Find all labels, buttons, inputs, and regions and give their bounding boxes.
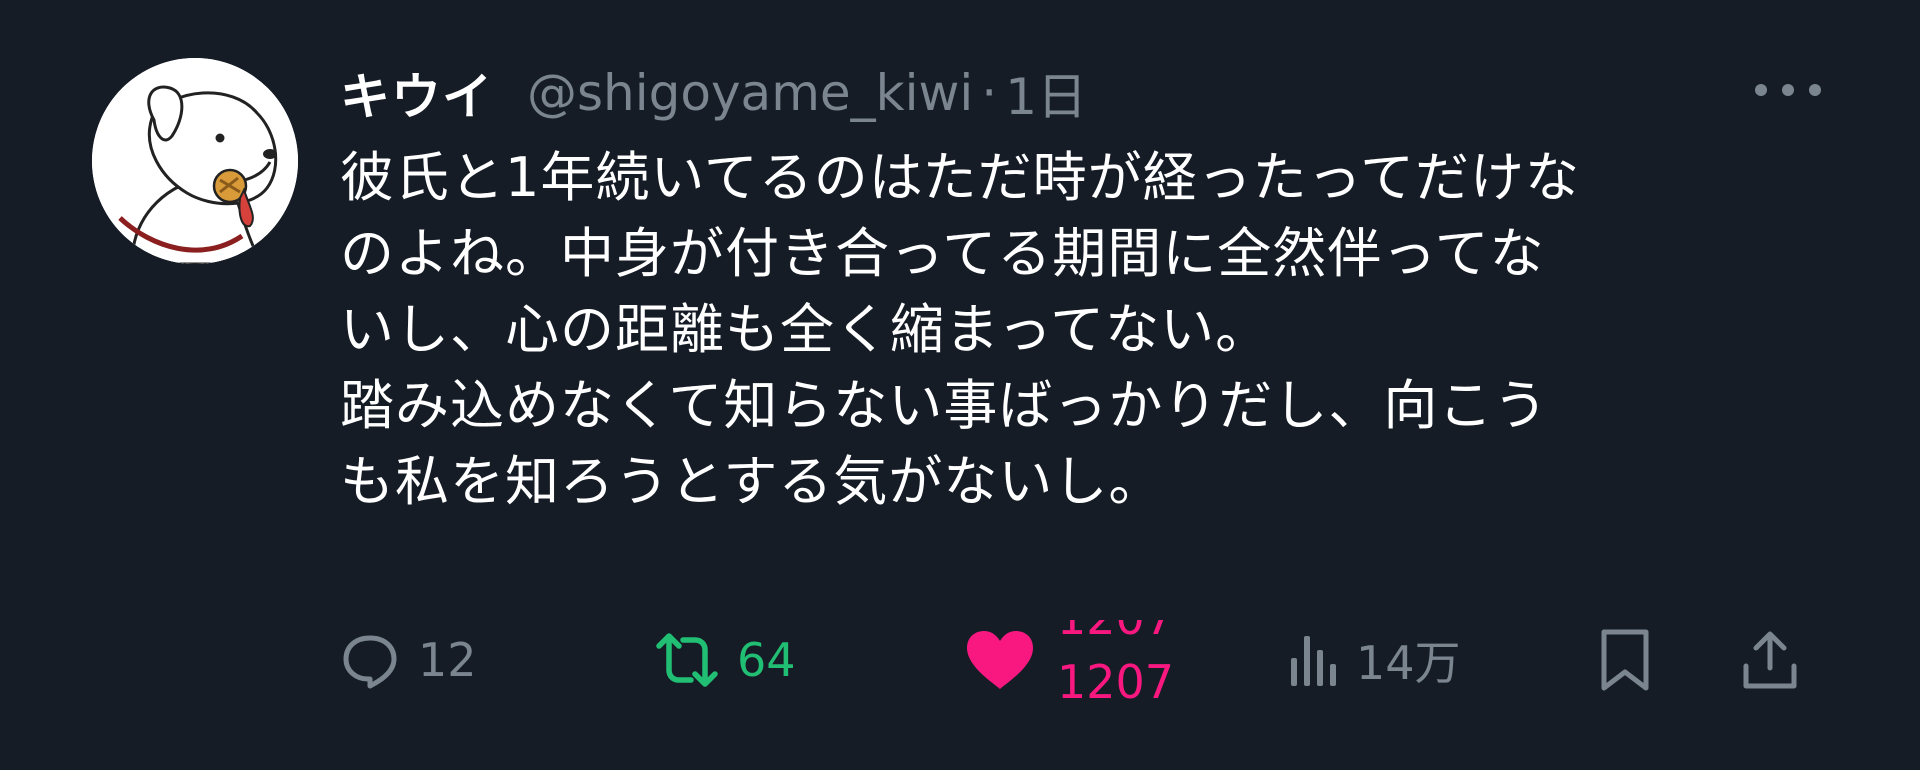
tweet-text-line: 踏み込めなくて知らない事ばっかりだし、向こう bbox=[340, 374, 1549, 437]
bookmark-button[interactable] bbox=[1598, 620, 1652, 700]
tweet-text-line: のよね。中身が付き合ってる期間に全然伴ってな bbox=[340, 222, 1545, 285]
retweet-button[interactable]: 64 bbox=[655, 620, 796, 700]
more-icon[interactable] bbox=[1755, 80, 1821, 100]
tweet-card[interactable]: キウイ @shigoyame_kiwi · 1日 彼氏と1年続いてるのはただ時が… bbox=[0, 0, 1920, 770]
heart-icon bbox=[967, 631, 1033, 689]
more-dot bbox=[1755, 84, 1767, 96]
tweet-text: 彼氏と1年続いてるのはただ時が経ったってだけな のよね。中身が付き合ってる期間に… bbox=[340, 140, 1820, 520]
display-name[interactable]: キウイ bbox=[340, 57, 493, 129]
views-count: 14万 bbox=[1356, 636, 1461, 690]
retweet-count: 64 bbox=[737, 633, 796, 687]
action-bar: 12 64 1207 1207 bbox=[340, 620, 1820, 700]
like-count-roller: 1207 1207 bbox=[1057, 620, 1187, 700]
more-dot bbox=[1782, 84, 1794, 96]
like-count-previous: 1207 bbox=[1057, 620, 1174, 650]
user-handle[interactable]: @shigoyame_kiwi bbox=[527, 64, 973, 122]
tweet-text-line: いし、心の距離も全く縮まってない。 bbox=[340, 298, 1271, 361]
like-count: 1207 bbox=[1057, 655, 1175, 700]
share-button[interactable] bbox=[1740, 620, 1800, 700]
share-icon bbox=[1743, 631, 1797, 689]
like-button[interactable]: 1207 1207 bbox=[965, 620, 1187, 700]
retweet-icon bbox=[656, 633, 718, 687]
views-icon bbox=[1291, 636, 1336, 686]
separator-dot: · bbox=[981, 64, 998, 122]
dog-avatar-icon bbox=[92, 58, 298, 264]
avatar[interactable] bbox=[92, 58, 298, 264]
tweet-header: キウイ @shigoyame_kiwi · 1日 bbox=[340, 58, 1087, 128]
more-dot bbox=[1809, 84, 1821, 96]
reply-icon bbox=[343, 635, 397, 689]
reply-button[interactable]: 12 bbox=[340, 620, 477, 700]
reply-count: 12 bbox=[418, 633, 477, 687]
views-button[interactable]: 14万 bbox=[1288, 620, 1461, 700]
tweet-text-line: 彼氏と1年続いてるのはただ時が経ったってだけな bbox=[340, 146, 1580, 209]
timestamp[interactable]: 1日 bbox=[1005, 57, 1087, 129]
bookmark-icon bbox=[1601, 629, 1649, 691]
tweet-text-line: も私を知ろうとする気がないし。 bbox=[340, 450, 1164, 513]
